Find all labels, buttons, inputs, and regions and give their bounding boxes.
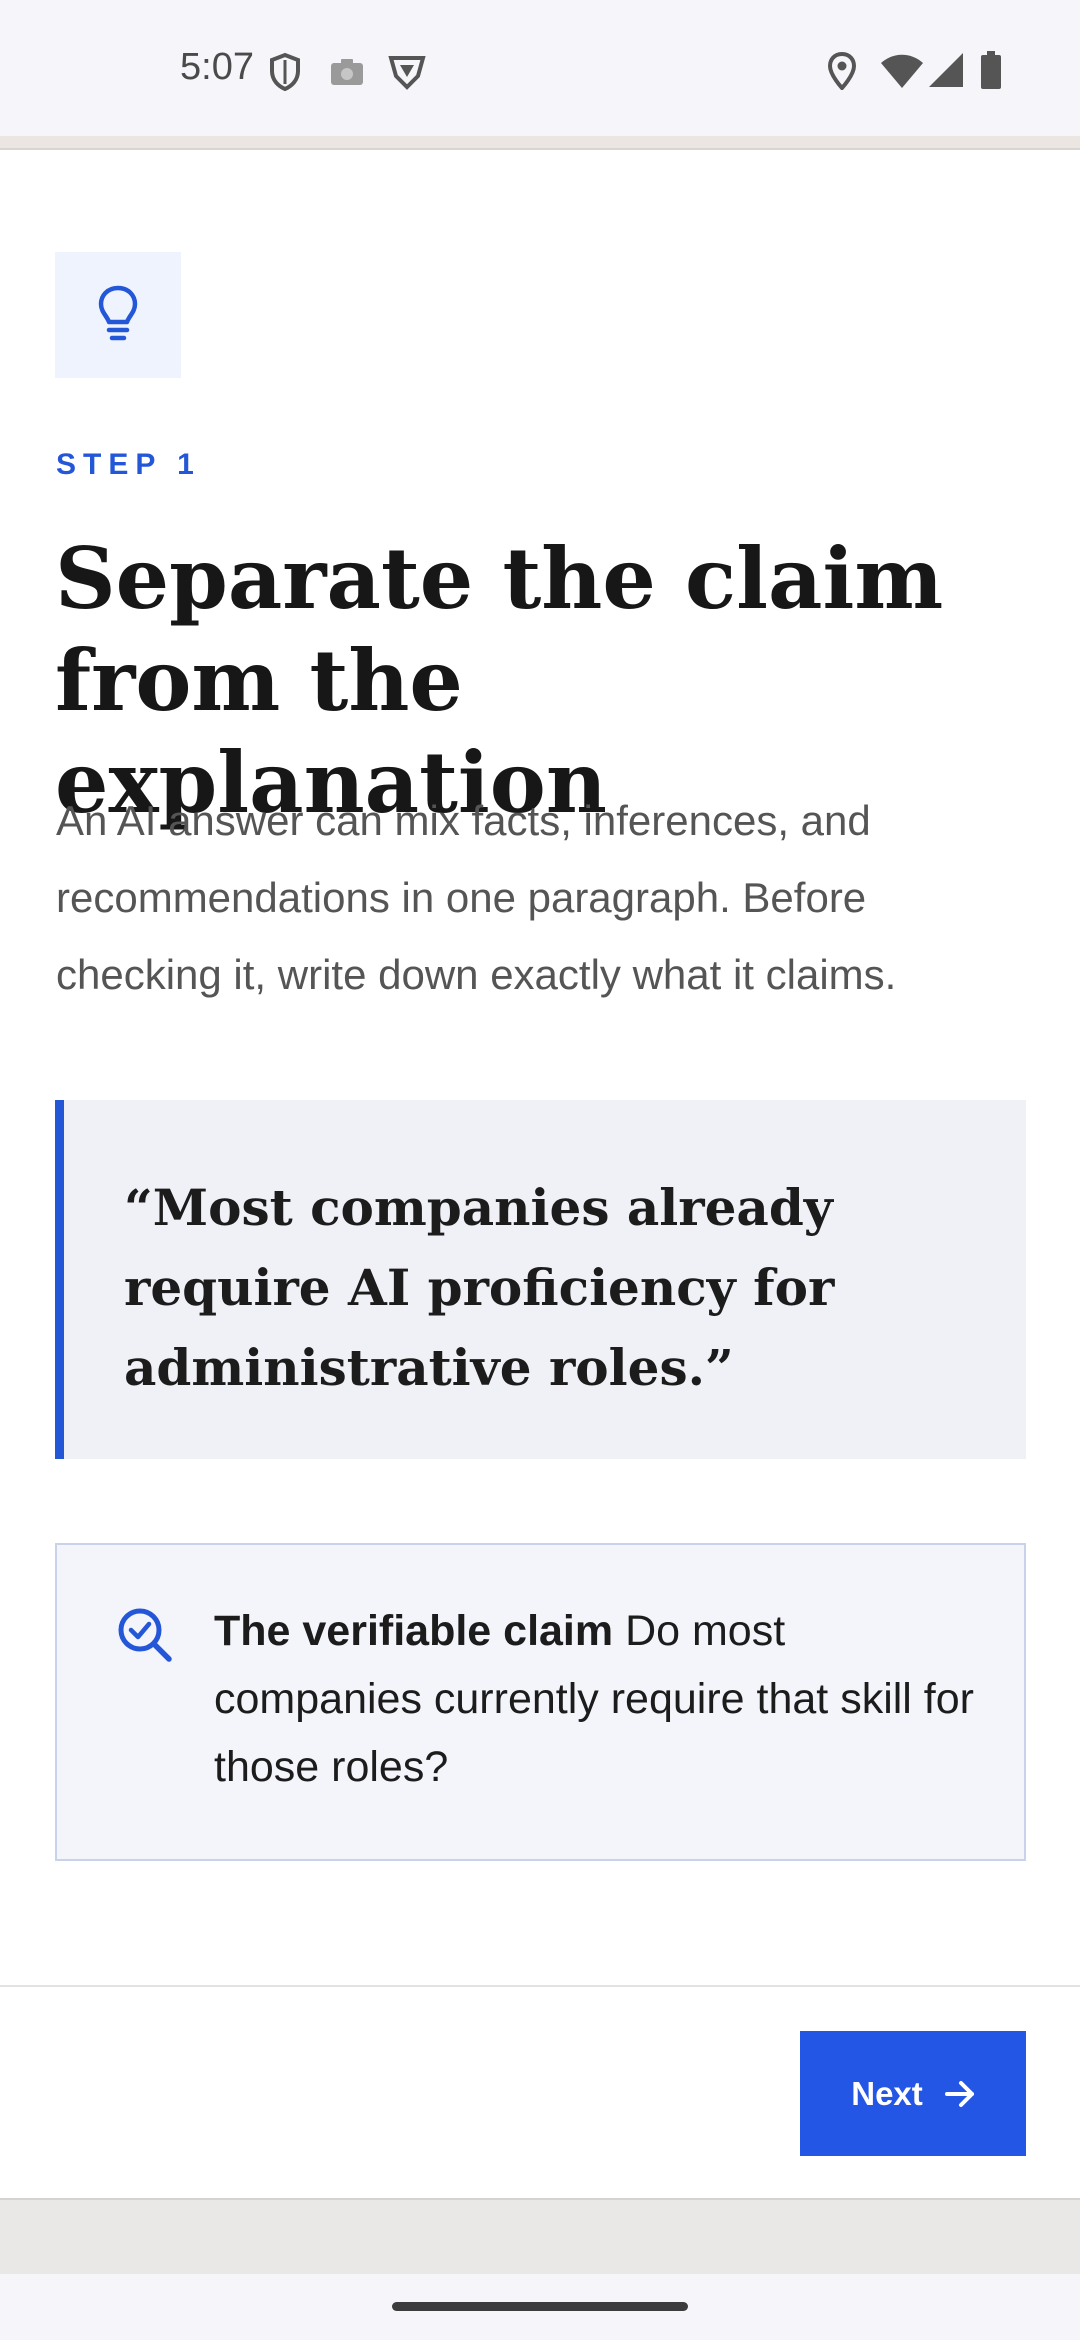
- intro-text: An AI answer can mix facts, inferences, …: [56, 797, 897, 998]
- verifiable-claim-box: The verifiable claim Do most companies c…: [55, 1543, 1026, 1861]
- arrow-right-icon: [944, 2080, 974, 2107]
- claim-label: The verifiable claim: [214, 1607, 614, 1655]
- lightbulb-icon: [98, 285, 138, 341]
- battery-icon: [981, 51, 1001, 89]
- step-label: STEP 1: [56, 448, 201, 481]
- quote-box: “Most companies already require AI profi…: [55, 1100, 1026, 1459]
- next-button-label: Next: [851, 2074, 923, 2112]
- signal-icon: [929, 53, 963, 87]
- claim-text: The verifiable claim Do most companies c…: [214, 1597, 974, 1801]
- status-bar: 5:07: [0, 0, 1080, 136]
- camera-icon: [331, 59, 363, 85]
- tip-badge: [55, 252, 181, 378]
- vpn-shield-icon: [388, 56, 426, 90]
- navigation-bar: [0, 2274, 1080, 2340]
- home-gesture-handle[interactable]: [392, 2302, 688, 2311]
- location-icon: [828, 52, 856, 90]
- status-time: 5:07: [180, 46, 254, 88]
- toolbar-edge: [0, 136, 1080, 150]
- shield-icon: [270, 52, 300, 92]
- footer-divider: [0, 1985, 1080, 1987]
- next-button[interactable]: Next: [800, 2031, 1026, 2156]
- quote-text: “Most companies already require AI profi…: [124, 1178, 835, 1397]
- wifi-icon: [881, 54, 923, 88]
- bottom-panel: [0, 2198, 1080, 2276]
- search-check-icon: [118, 1608, 172, 1662]
